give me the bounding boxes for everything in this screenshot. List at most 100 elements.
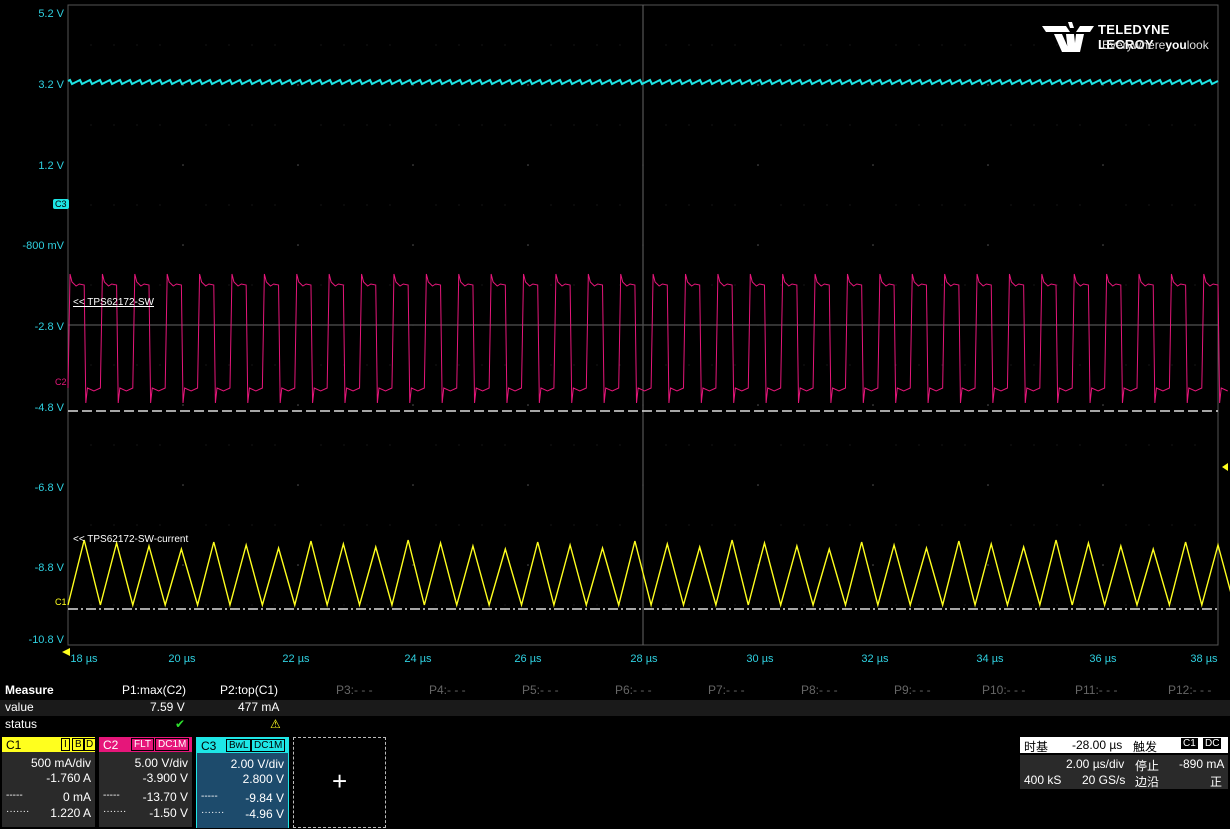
c3-scale: 2.00 V/div [230, 757, 284, 771]
c3-header: C3 BwL DC1M [197, 738, 288, 753]
x-label: 22 µs [282, 653, 310, 665]
timebase-header: 时基 -28.00 µs 触发 C1 DC [1020, 737, 1228, 754]
p10-name[interactable]: P10:- - - [982, 683, 1025, 697]
c1-waveform [67, 539, 1230, 608]
c2-waveform [67, 273, 1228, 404]
x-label: 30 µs [746, 653, 774, 665]
p2-name[interactable]: P2:top(C1) [220, 683, 278, 697]
x-label: 34 µs [976, 653, 1004, 665]
y-label: 3.2 V [38, 79, 64, 91]
y-label: -8.8 V [34, 562, 64, 574]
channel-c2-descriptor[interactable]: C2 FLT DC1M 5.00 V/div -3.900 V ----- -1… [99, 737, 192, 827]
trigger-time-marker[interactable] [62, 648, 70, 656]
p9-name[interactable]: P9:- - - [894, 683, 931, 697]
measure-header-row: Measure P1:max(C2) P2:top(C1) P3:- - - P… [0, 683, 1230, 699]
c1-cursor-a: 0 mA [62, 790, 91, 804]
c2-cursor-b: -1.50 V [149, 806, 188, 820]
trigger-coupling: DC [1203, 738, 1222, 749]
c1-name: C1 [6, 738, 22, 752]
trace-label-current: << TPS62172-SW-current [73, 534, 189, 545]
c3-cursor-a-mark: ----- [201, 791, 218, 802]
p3-name[interactable]: P3:- - - [336, 683, 373, 697]
c3-marker[interactable]: C3 [53, 199, 69, 209]
brand-logo: TELEDYNE LECROY Everywhereyoulook [1040, 18, 1225, 58]
x-label: 36 µs [1089, 653, 1117, 665]
c1-offset: -1.760 A [46, 771, 91, 785]
c2-scale: 5.00 V/div [134, 756, 188, 770]
y-label: -6.8 V [34, 482, 64, 494]
c3-body: 2.00 V/div 2.800 V ----- -9.84 V ·······… [197, 753, 288, 828]
waveform-grid [62, 4, 1230, 656]
c2-cursor-a: -13.70 V [142, 790, 188, 804]
c1-header: C1 I B D [2, 737, 97, 752]
y-label: -4.8 V [34, 402, 64, 414]
status-row-label: status [5, 717, 38, 731]
c3-tag: BwL [226, 739, 252, 752]
trigger-slope: 正 [1210, 775, 1223, 789]
c1-cursor-a-mark: ----- [6, 790, 23, 801]
channel-c1-descriptor[interactable]: C1 I B D 500 mA/div -1.760 A ----- 0 mA … [2, 737, 97, 827]
channel-c3-descriptor[interactable]: C3 BwL DC1M 2.00 V/div 2.800 V ----- -9.… [196, 737, 289, 828]
c2-tag: FLT [131, 738, 155, 751]
timebase-rate: 20 GS/s [1082, 773, 1126, 787]
p2-value: 477 mA [238, 700, 280, 714]
c2-tag: DC1M [155, 738, 190, 751]
c2-offset: -3.900 V [142, 771, 188, 785]
add-channel-button[interactable]: + [293, 737, 386, 828]
timebase-body: 2.00 µs/div 400 kS 20 GS/s 停止 -890 mA 边沿… [1020, 755, 1228, 789]
timebase-trigger-panel[interactable]: 时基 -28.00 µs 触发 C1 DC 2.00 µs/div 400 kS… [1020, 737, 1228, 789]
c1-cursor-b: 1.220 A [50, 806, 91, 820]
measure-title: Measure [5, 683, 54, 697]
c3-cursor-a: -9.84 V [245, 791, 284, 805]
p7-name[interactable]: P7:- - - [708, 683, 745, 697]
c1-marker[interactable]: C1 [55, 597, 67, 607]
x-label: 38 µs [1190, 653, 1218, 665]
y-label: 1.2 V [38, 160, 64, 172]
p11-name[interactable]: P11:- - - [1075, 683, 1117, 697]
y-label: -800 mV [22, 240, 64, 252]
trigger-source: C1 [1181, 738, 1198, 749]
trigger-label: 触发 [1133, 740, 1158, 754]
measure-status-row: status ✔ ⚠ [0, 717, 1230, 733]
c3-cursor-b-mark: ······· [201, 807, 225, 818]
trigger-edge-label: 边沿 [1135, 775, 1160, 789]
p2-status-warning-icon: ⚠ [270, 717, 281, 731]
p1-status-check-icon: ✔ [175, 717, 186, 731]
c2-name: C2 [103, 738, 119, 752]
p8-name[interactable]: P8:- - - [801, 683, 838, 697]
x-label: 26 µs [514, 653, 542, 665]
p12-name[interactable]: P12:- - - [1168, 683, 1211, 697]
measure-value-row: value 7.59 V 477 mA [0, 700, 1230, 716]
c2-cursor-b-mark: ······· [103, 806, 127, 817]
teledyne-logo-icon [1042, 22, 1094, 52]
timebase-div: 2.00 µs/div [1066, 757, 1125, 771]
c2-marker[interactable]: C2 [55, 377, 67, 387]
p5-name[interactable]: P5:- - - [522, 683, 559, 697]
y-label: -2.8 V [34, 321, 64, 333]
x-label: 20 µs [168, 653, 196, 665]
trigger-mode: 停止 [1135, 759, 1160, 773]
timebase-delay: -28.00 µs [1072, 738, 1123, 752]
trigger-level-marker[interactable] [1222, 463, 1228, 471]
p1-value: 7.59 V [150, 700, 185, 714]
c1-body: 500 mA/div -1.760 A ----- 0 mA ······· 1… [2, 752, 95, 827]
x-label: 28 µs [630, 653, 658, 665]
x-label: 18 µs [70, 653, 98, 665]
p1-name[interactable]: P1:max(C2) [122, 683, 186, 697]
p6-name[interactable]: P6:- - - [615, 683, 652, 697]
scope-display[interactable]: 5.2 V 3.2 V 1.2 V -800 mV -2.8 V -4.8 V … [0, 0, 1230, 670]
trigger-level: -890 mA [1179, 757, 1225, 771]
c3-cursor-b: -4.96 V [245, 807, 284, 821]
x-label: 24 µs [404, 653, 432, 665]
p4-name[interactable]: P4:- - - [429, 683, 466, 697]
c1-tag: D [83, 738, 97, 751]
value-row-label: value [5, 700, 34, 714]
timebase-samples: 400 kS [1024, 773, 1062, 787]
c2-cursor-a-mark: ----- [103, 790, 120, 801]
trace-label-sw: << TPS62172-SW [73, 297, 154, 308]
c2-header: C2 FLT DC1M [99, 737, 192, 752]
c3-name: C3 [201, 739, 217, 753]
y-label: -10.8 V [28, 634, 64, 646]
c1-cursor-b-mark: ······· [6, 806, 30, 817]
y-label: 5.2 V [38, 8, 64, 20]
